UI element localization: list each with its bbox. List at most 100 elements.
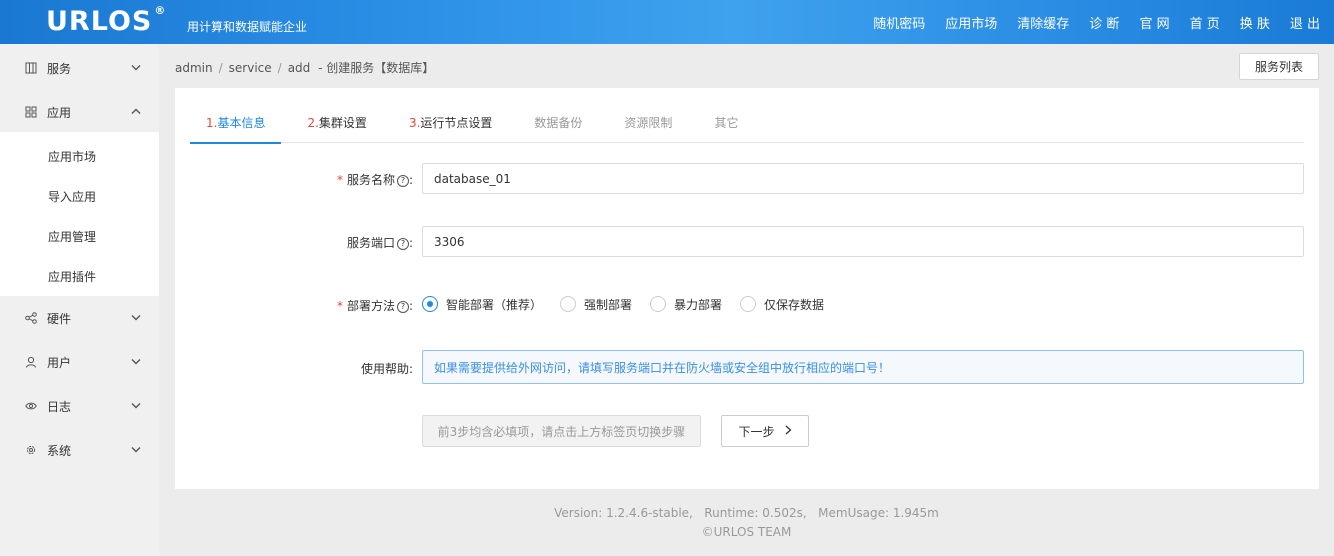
sidebar-submenu-apps: 应用市场 导入应用 应用管理 应用插件 <box>0 132 159 296</box>
tab-label: 其它 <box>714 116 739 130</box>
radio-label: 智能部署（推荐） <box>446 297 543 312</box>
sidebar-subitem-app-market[interactable]: 应用市场 <box>0 136 159 176</box>
settings-icon <box>24 443 38 457</box>
tab-label: 基本信息 <box>217 116 266 130</box>
breadcrumb-admin[interactable]: admin <box>175 61 213 75</box>
tab-data-backup[interactable]: 数据备份 <box>518 106 598 143</box>
required-asterisk: * <box>336 173 343 187</box>
footer: Version: 1.2.4.6-stable, Runtime: 0.502s… <box>159 504 1334 542</box>
next-step-label: 下一步 <box>738 424 775 439</box>
tab-resource-limits[interactable]: 资源限制 <box>608 106 688 143</box>
nav-home[interactable]: 首 页 <box>1190 13 1220 32</box>
label-text: 服务名称 <box>346 173 395 187</box>
required-asterisk: * <box>336 299 343 313</box>
radio-label: 强制部署 <box>584 297 633 312</box>
sidebar-subitem-app-manage[interactable]: 应用管理 <box>0 216 159 256</box>
step-tabs: 1.基本信息 2.集群设置 3.运行节点设置 数据备份 资源限制 其它 <box>190 106 1304 144</box>
tab-other[interactable]: 其它 <box>698 106 754 143</box>
deploy-method-radio-group: 智能部署（推荐） 强制部署 暴力部署 仅保存数据 <box>422 295 842 313</box>
service-name-input[interactable]: database_01 <box>422 163 1304 194</box>
sidebar: 服务 应用 应用市场 导入应用 应用管理 应用插件 硬件 用户 日志 系统 <box>0 44 159 556</box>
user-icon <box>24 355 38 369</box>
nav-diagnose[interactable]: 诊 断 <box>1089 13 1119 32</box>
nav-clear-cache[interactable]: 清除缓存 <box>1017 13 1069 32</box>
breadcrumb-separator: / <box>277 61 282 75</box>
sidebar-item-hardware[interactable]: 硬件 <box>0 296 159 340</box>
nav-skin[interactable]: 换 肤 <box>1240 13 1270 32</box>
sidebar-item-label: 硬件 <box>47 311 72 326</box>
help-icon[interactable]: ? <box>396 300 409 313</box>
footer-version: Version: 1.2.4.6-stable, Runtime: 0.502s… <box>554 506 939 520</box>
radio-circle <box>422 296 438 312</box>
service-port-label: 服务端口?: <box>346 236 413 250</box>
help-label: 使用帮助: <box>360 362 413 376</box>
help-icon[interactable]: ? <box>396 174 409 187</box>
tab-label: 资源限制 <box>624 116 673 130</box>
tagline: 用计算和数据赋能企业 <box>187 20 308 34</box>
tab-label: 集群设置 <box>318 116 367 130</box>
top-nav: 随机密码 应用市场 清除缓存 诊 断 官 网 首 页 换 肤 退 出 <box>853 0 1320 44</box>
next-step-button[interactable]: 下一步 <box>721 415 809 447</box>
footer-team: ©URLOS TEAM <box>701 525 792 539</box>
sidebar-item-label: 应用 <box>47 105 72 120</box>
tab-label: 数据备份 <box>534 116 583 130</box>
nav-official-site[interactable]: 官 网 <box>1139 13 1169 32</box>
sidebar-item-logs[interactable]: 日志 <box>0 384 159 428</box>
radio-brute-deploy[interactable]: 暴力部署 <box>650 296 722 313</box>
chevron-up-icon <box>131 107 141 118</box>
radio-save-data-only[interactable]: 仅保存数据 <box>740 296 824 313</box>
main-panel: 1.基本信息 2.集群设置 3.运行节点设置 数据备份 资源限制 其它 * 服务名… <box>175 88 1319 489</box>
top-header: URLOS ® 用计算和数据赋能企业 随机密码 应用市场 清除缓存 诊 断 官 网… <box>0 0 1334 44</box>
radio-circle <box>650 296 667 312</box>
breadcrumb-service[interactable]: service <box>229 61 272 75</box>
radio-circle <box>560 296 577 312</box>
share-icon <box>24 311 38 325</box>
breadcrumb-add: add <box>287 61 311 75</box>
label-text: 服务端口 <box>346 236 395 250</box>
eye-icon <box>24 399 38 413</box>
sidebar-item-system[interactable]: 系统 <box>0 428 159 472</box>
nav-app-market[interactable]: 应用市场 <box>945 13 997 32</box>
chevron-down-icon <box>131 401 141 412</box>
logo-text: URLOS <box>46 6 153 37</box>
tab-node-settings[interactable]: 3.运行节点设置 <box>393 106 508 143</box>
sidebar-subitem-app-plugins[interactable]: 应用插件 <box>0 256 159 296</box>
sidebar-item-users[interactable]: 用户 <box>0 340 159 384</box>
sidebar-item-label: 用户 <box>47 355 72 370</box>
nav-logout[interactable]: 退 出 <box>1290 13 1320 32</box>
tab-basic-info[interactable]: 1.基本信息 <box>190 106 282 144</box>
help-icon[interactable]: ? <box>396 237 409 250</box>
sidebar-subitem-import-app[interactable]: 导入应用 <box>0 176 159 216</box>
service-name-label: * 服务名称?: <box>336 173 413 187</box>
help-info-box: 如果需要提供给外网访问，请填写服务端口并在防火墙或安全组中放行相应的端口号！ <box>422 350 1304 384</box>
steps-notice-button: 前3步均含必填项，请点击上方标签页切换步骤 <box>422 415 701 447</box>
tab-number: 1. <box>206 116 218 130</box>
label-text: 部署方法 <box>346 299 395 313</box>
service-list-button[interactable]: 服务列表 <box>1239 53 1319 80</box>
service-port-input[interactable]: 3306 <box>422 226 1304 257</box>
breadcrumb-separator: / <box>218 61 223 75</box>
tab-number: 2. <box>307 116 319 130</box>
nav-random-password[interactable]: 随机密码 <box>873 13 925 32</box>
sidebar-item-apps[interactable]: 应用 <box>0 92 159 132</box>
radio-label: 仅保存数据 <box>764 297 825 312</box>
grid-icon <box>24 61 38 75</box>
registered-mark: ® <box>154 4 167 17</box>
radio-smart-deploy[interactable]: 智能部署（推荐） <box>422 296 542 313</box>
sidebar-item-label: 系统 <box>47 443 72 458</box>
sidebar-item-label: 日志 <box>47 399 72 414</box>
tab-number: 3. <box>408 116 421 130</box>
tab-cluster-settings[interactable]: 2.集群设置 <box>291 106 382 143</box>
chevron-down-icon <box>131 63 141 74</box>
breadcrumb-title: - 创建服务【数据库】 <box>318 61 435 75</box>
logo[interactable]: URLOS ® <box>46 4 167 37</box>
breadcrumb: admin / service / add - 创建服务【数据库】 <box>175 59 434 76</box>
apps-icon <box>24 105 38 119</box>
sidebar-item-label: 服务 <box>47 61 72 76</box>
sidebar-item-service[interactable]: 服务 <box>0 44 159 92</box>
radio-force-deploy[interactable]: 强制部署 <box>560 296 632 313</box>
chevron-right-icon <box>785 425 792 438</box>
chevron-down-icon <box>131 357 141 368</box>
breadcrumb-bar: admin / service / add - 创建服务【数据库】 服务列表 <box>159 44 1334 88</box>
tab-label: 运行节点设置 <box>420 116 493 130</box>
